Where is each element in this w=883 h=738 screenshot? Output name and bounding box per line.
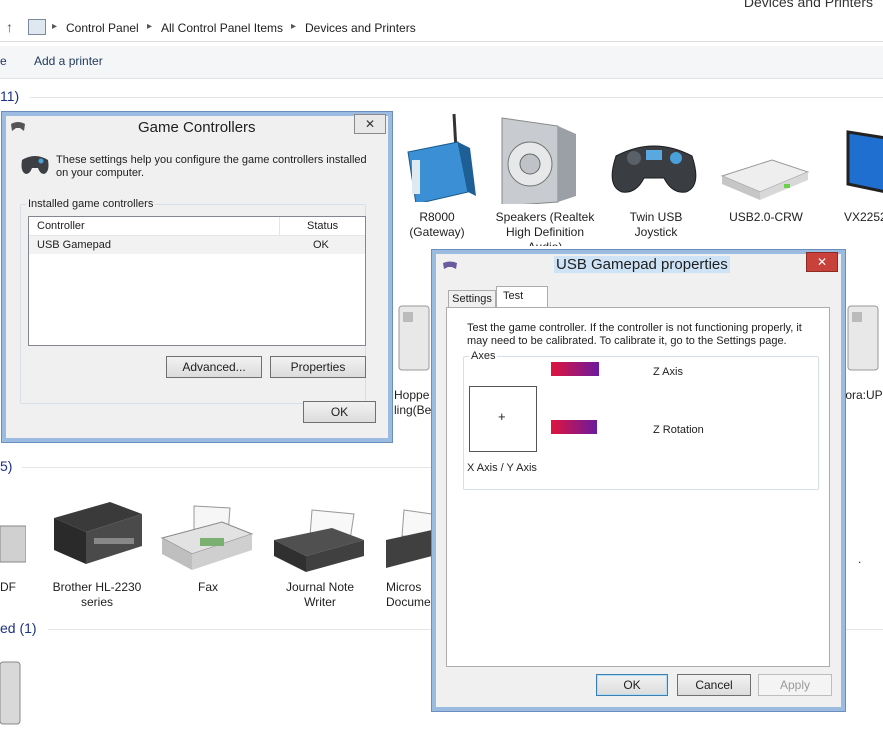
dialog-title: USB Gamepad properties <box>554 256 730 273</box>
advanced-button[interactable]: Advanced... <box>166 356 262 378</box>
devices-group-header[interactable]: 11) <box>0 88 19 104</box>
address-bar[interactable]: ↑ ▸ Control Panel ▸ All Control Panel It… <box>0 15 883 42</box>
tab-test[interactable]: Test <box>496 286 548 308</box>
device-label: R8000 (Gateway) <box>409 210 465 239</box>
list-header: Controller Status <box>29 217 365 236</box>
printers-group-header[interactable]: 5) <box>0 458 12 474</box>
controller-name: USB Gamepad <box>37 239 111 251</box>
z-rotation-label: Z Rotation <box>653 424 704 436</box>
monitor-icon[interactable] <box>846 130 883 200</box>
close-button[interactable]: ✕ <box>806 252 838 272</box>
z-axis-label: Z Axis <box>653 366 683 378</box>
chevron-right-icon: ▸ <box>291 21 297 32</box>
dot-marker: . <box>858 552 862 566</box>
properties-button[interactable]: Properties <box>270 356 366 378</box>
computer-icon[interactable] <box>0 658 24 728</box>
speaker-icon[interactable] <box>498 114 578 207</box>
game-controllers-dialog: Game Controllers ✕ These settings help y… <box>1 111 393 443</box>
window-title: Devices and Printers <box>743 0 873 10</box>
fax-icon[interactable] <box>160 504 254 574</box>
dialog-title: Game Controllers <box>138 119 256 136</box>
printer-label: Fax <box>197 580 218 594</box>
xy-axis-box: + <box>469 386 537 452</box>
ok-button[interactable]: OK <box>303 401 376 423</box>
control-panel-icon <box>28 19 46 35</box>
breadcrumb-control-panel[interactable]: Control Panel <box>66 21 139 35</box>
device-label: Twin USB Joystick <box>629 210 683 239</box>
device-label: VX2252 <box>844 210 883 224</box>
printer-label: Brother HL-2230 series <box>52 580 142 609</box>
device-label: Speakers (Realtek High Definition Audio) <box>495 210 595 246</box>
gamepad-icon <box>20 152 50 176</box>
dialog-body: These settings help you configure the ga… <box>10 140 384 434</box>
group-label: Installed game controllers <box>26 198 156 210</box>
column-header-status[interactable]: Status <box>307 220 338 233</box>
cancel-button[interactable]: Cancel <box>677 674 751 696</box>
add-printer-button[interactable]: Add a printer <box>34 54 103 68</box>
unspecified-group-header[interactable]: ed (1) <box>0 620 37 636</box>
card-reader-icon[interactable] <box>720 156 810 202</box>
printer-label: Micros Docume <box>386 580 431 609</box>
xy-axis-label: X Axis / Y Axis <box>467 462 537 474</box>
printer-icon[interactable] <box>272 508 366 574</box>
device-label: tora:UP <box>842 388 883 402</box>
chevron-right-icon: ▸ <box>52 21 58 32</box>
printer-icon[interactable] <box>384 508 433 574</box>
gamepad-properties-dialog: USB Gamepad properties ✕ Settings Test T… <box>431 249 846 712</box>
group-divider <box>30 97 883 98</box>
table-row[interactable]: USB Gamepad OK <box>29 236 365 254</box>
command-partial[interactable]: e <box>0 54 7 68</box>
printer-label: DF <box>0 580 16 594</box>
column-divider <box>279 217 280 235</box>
tab-panel: Test the game controller. If the control… <box>446 307 830 667</box>
group-divider <box>22 467 432 468</box>
z-axis-bar <box>551 362 599 376</box>
chevron-right-icon: ▸ <box>147 21 153 32</box>
drive-icon[interactable] <box>397 302 433 374</box>
device-label: Hoppe ling(Be <box>394 388 432 417</box>
command-bar: e Add a printer <box>0 46 883 79</box>
router-icon[interactable] <box>398 112 478 205</box>
breadcrumb-devices-printers[interactable]: Devices and Printers <box>305 21 416 35</box>
axes-label: Axes <box>469 350 498 363</box>
printer-icon[interactable] <box>0 508 27 570</box>
breadcrumb-all-items[interactable]: All Control Panel Items <box>161 21 283 35</box>
z-rotation-bar <box>551 420 597 434</box>
printer-label: Journal Note Writer <box>285 580 355 609</box>
crosshair-marker: + <box>498 409 506 424</box>
drive-icon[interactable] <box>846 302 883 374</box>
instructions-text: Test the game controller. If the control… <box>467 322 802 347</box>
up-arrow-icon[interactable]: ↑ <box>6 19 13 35</box>
controllers-list[interactable]: Controller Status USB Gamepad OK <box>28 216 366 346</box>
window-titlebar: Devices and Printers <box>0 0 883 12</box>
intro-text: These settings help you configure the ga… <box>56 154 367 179</box>
close-button[interactable]: ✕ <box>354 114 386 134</box>
apply-button[interactable]: Apply <box>758 674 832 696</box>
gamepad-icon[interactable] <box>606 136 702 196</box>
controller-status: OK <box>313 239 329 251</box>
column-header-controller[interactable]: Controller <box>37 220 85 233</box>
ok-button[interactable]: OK <box>596 674 668 696</box>
gamepad-icon <box>10 120 26 132</box>
device-label: USB2.0-CRW <box>729 210 803 224</box>
tab-settings[interactable]: Settings <box>448 290 496 307</box>
gamepad-icon <box>442 259 458 269</box>
dialog-body: Settings Test Test the game controller. … <box>440 276 836 704</box>
laser-printer-icon[interactable] <box>50 498 144 570</box>
